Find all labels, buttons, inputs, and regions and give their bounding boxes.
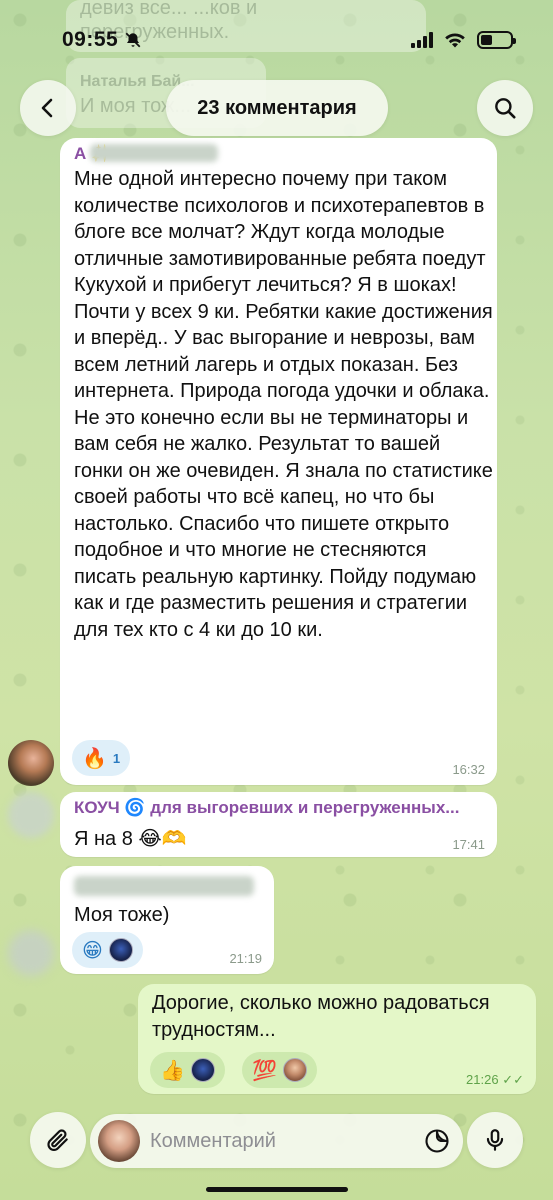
reactor-avatar <box>108 938 133 962</box>
message-text: Я на 8 😂🫶 <box>74 828 187 850</box>
chevron-left-icon <box>41 98 53 118</box>
message-text: Мне одной интересно почему при таком кол… <box>74 168 493 641</box>
comment-field[interactable] <box>90 1114 463 1168</box>
sticker-icon[interactable] <box>423 1127 451 1155</box>
wifi-icon <box>445 33 465 48</box>
reaction-chip[interactable]: 😁 <box>72 932 143 968</box>
search-icon <box>495 98 516 119</box>
hundred-emoji: 💯 <box>252 1058 277 1082</box>
attach-button[interactable] <box>30 1112 86 1168</box>
blurred-sender-name <box>74 876 254 896</box>
fire-emoji: 🔥 <box>82 746 107 770</box>
comment-input[interactable] <box>150 1129 423 1153</box>
avatar[interactable] <box>8 930 54 976</box>
battery-icon <box>477 31 516 49</box>
reactor-avatar <box>282 1058 307 1082</box>
status-bar: 09:55 <box>0 0 553 80</box>
message-bubble[interactable]: А ✨ Мне одной интересно почему при таком… <box>60 138 497 785</box>
reactor-avatar <box>190 1058 215 1082</box>
thumbs-up-emoji: 👍 <box>160 1058 185 1082</box>
blurred-name <box>90 144 218 162</box>
message-text: Моя тоже) <box>74 904 170 926</box>
avatar[interactable] <box>8 740 54 786</box>
microphone-button[interactable] <box>467 1112 523 1168</box>
sender-name[interactable]: КОУЧ 🌀 для выгоревших и перегруженных... <box>74 798 459 818</box>
comments-count-title: 23 комментария <box>166 80 388 136</box>
search-button[interactable] <box>477 80 533 136</box>
message-bubble[interactable]: Моя тоже) 😁 21:19 <box>60 866 274 974</box>
user-avatar[interactable] <box>98 1120 140 1162</box>
microphone-icon <box>486 1129 504 1151</box>
message-time: 21:19 <box>229 951 262 966</box>
clock: 09:55 <box>62 28 142 52</box>
status-icons <box>411 31 516 49</box>
cellular-signal-icon <box>411 32 433 48</box>
message-bubble[interactable]: КОУЧ 🌀 для выгоревших и перегруженных...… <box>60 792 497 857</box>
back-button[interactable] <box>20 80 76 136</box>
message-time-text: 21:26 <box>466 1072 499 1087</box>
reaction-chip[interactable]: 💯 <box>242 1052 317 1088</box>
own-message-bubble[interactable]: Дорогие, сколько можно радоваться трудно… <box>138 984 536 1094</box>
grin-emoji: 😁 <box>82 938 103 962</box>
message-time: 17:41 <box>452 837 485 852</box>
read-check-icon: ✓✓ <box>502 1072 524 1087</box>
avatar[interactable] <box>8 792 54 838</box>
message-time: 21:26 ✓✓ <box>466 1072 524 1088</box>
clock-text: 09:55 <box>62 28 119 51</box>
paperclip-icon <box>47 1129 68 1151</box>
reaction-count: 1 <box>112 750 121 766</box>
bell-slash-icon <box>125 32 141 48</box>
home-indicator[interactable] <box>206 1187 348 1192</box>
reaction-chip[interactable]: 🔥 1 <box>72 740 131 776</box>
reaction-chip[interactable]: 👍 <box>150 1052 225 1088</box>
message-time: 16:32 <box>452 762 485 777</box>
message-text: Дорогие, сколько можно радоваться трудно… <box>152 992 490 1041</box>
